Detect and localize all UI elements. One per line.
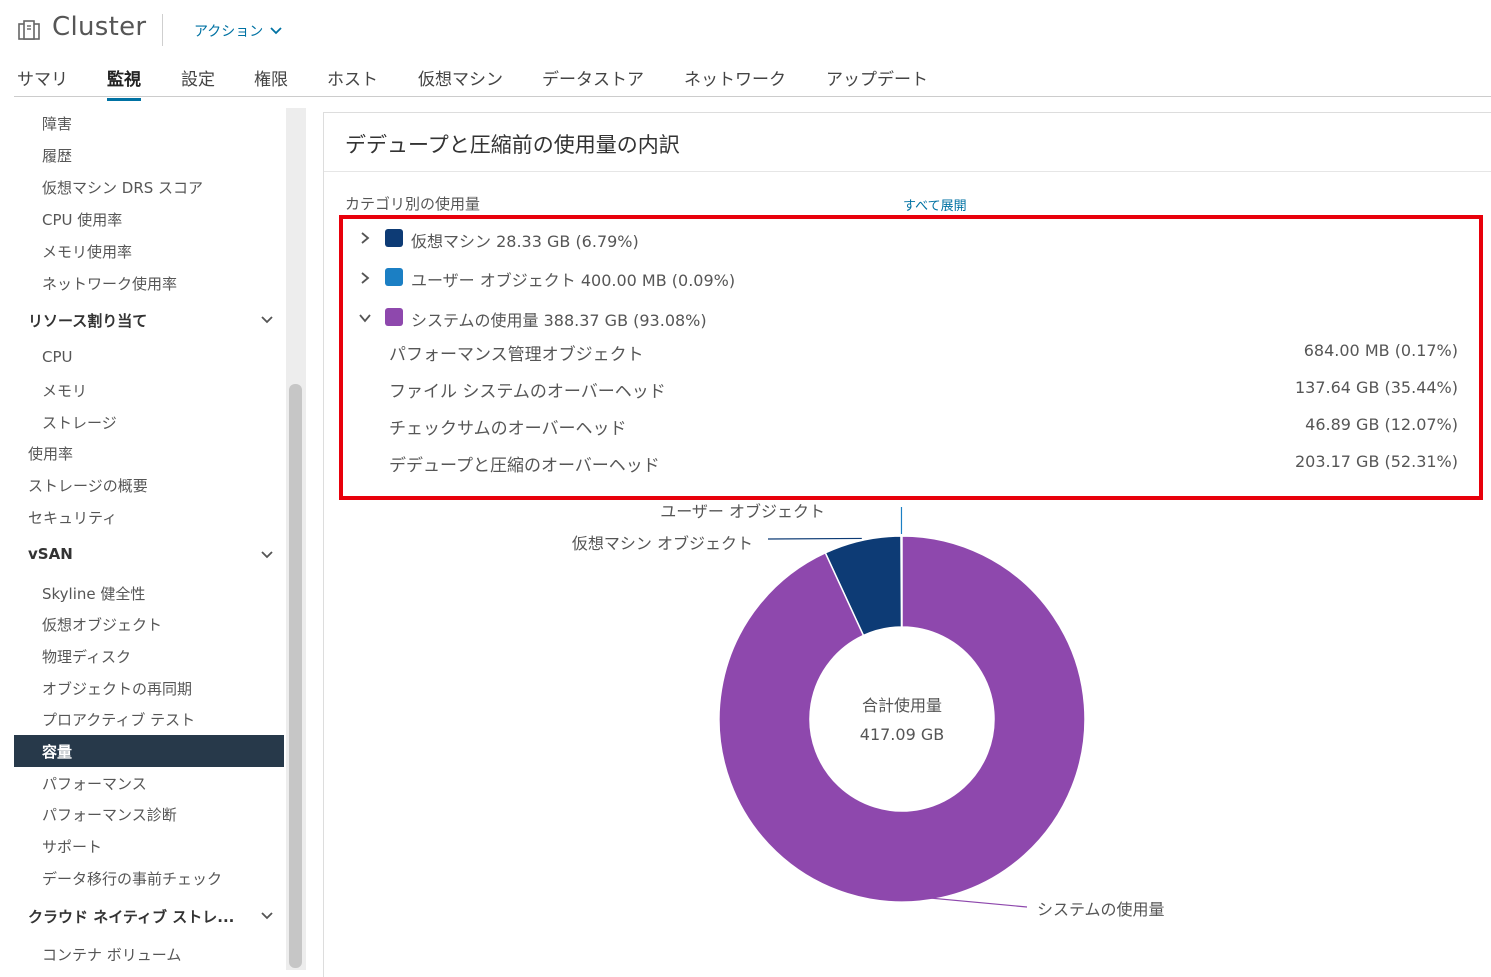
slice-label-user-objects: ユーザー オブジェクト: [660, 502, 825, 521]
actions-label: アクション: [194, 24, 264, 40]
section-label: クラウド ネイティブ ストレ...: [28, 908, 235, 926]
sidebar-item-issues[interactable]: 障害: [42, 113, 72, 134]
category-system-usage: システムの使用量 388.37 GB (93.08%): [411, 311, 707, 330]
tab-configure[interactable]: 設定: [181, 65, 215, 98]
actions-menu[interactable]: アクション: [194, 21, 283, 41]
cluster-icon: [18, 20, 40, 40]
sidebar-item-cpu[interactable]: CPU: [42, 348, 73, 366]
chevron-down-icon: [261, 316, 273, 324]
section-label: vSAN: [28, 545, 73, 563]
breakdown-name: パフォーマンス管理オブジェクト: [389, 345, 644, 365]
chevron-right-icon[interactable]: [358, 231, 372, 245]
tab-vms[interactable]: 仮想マシン: [418, 65, 503, 98]
tab-bar: サマリ 監視 設定 権限 ホスト 仮想マシン データストア ネットワーク アップ…: [14, 56, 1491, 101]
sidebar-item-storage[interactable]: ストレージ: [42, 412, 117, 433]
tab-hosts[interactable]: ホスト: [327, 65, 378, 98]
donut-center-label: 合計使用量: [862, 696, 942, 715]
chevron-down-icon: [270, 27, 282, 35]
sidebar-item-capacity[interactable]: 容量: [14, 735, 284, 767]
sidebar-item-proactive-tests[interactable]: プロアクティブ テスト: [42, 709, 195, 730]
sidebar-item-storage-overview[interactable]: ストレージの概要: [28, 475, 148, 496]
donut-center-value: 417.09 GB: [860, 725, 944, 744]
breakdown-name: チェックサムのオーバーヘッド: [389, 419, 627, 439]
sidebar-section-cloud-native-storage[interactable]: クラウド ネイティブ ストレ...: [28, 906, 286, 927]
tab-permissions[interactable]: 権限: [254, 65, 288, 98]
sidebar-item-support[interactable]: サポート: [42, 836, 102, 857]
tab-updates[interactable]: アップデート: [826, 65, 928, 98]
sidebar: 障害 履歴 仮想マシン DRS スコア CPU 使用率 メモリ使用率 ネットワー…: [14, 105, 286, 976]
header: Cluster アクション: [0, 0, 1491, 60]
breakdown-name: デデュープと圧縮のオーバーヘッド: [389, 456, 660, 476]
page-title: Cluster: [52, 12, 147, 42]
usage-donut-chart: 合計使用量 417.09 GB ユーザー オブジェクト 仮想マシン オブジェクト…: [572, 502, 1165, 919]
slice-label-system-usage: システムの使用量: [1037, 900, 1165, 919]
sidebar-item-vm-drs-score[interactable]: 仮想マシン DRS スコア: [42, 177, 203, 198]
sidebar-item-container-volumes[interactable]: コンテナ ボリューム: [42, 944, 181, 965]
tab-summary[interactable]: サマリ: [17, 65, 68, 98]
sidebar-item-security[interactable]: セキュリティ: [28, 507, 117, 528]
breakdown-value: 137.64 GB (35.44%): [1294, 378, 1458, 397]
chevron-down-icon: [261, 551, 273, 559]
chevron-down-icon: [261, 912, 273, 920]
tab-networks[interactable]: ネットワーク: [684, 65, 786, 98]
category-vm: 仮想マシン 28.33 GB (6.79%): [411, 232, 639, 251]
title-divider: [162, 14, 163, 46]
card-title: デデュープと圧縮前の使用量の内訳: [345, 133, 680, 157]
sidebar-item-performance[interactable]: パフォーマンス: [42, 773, 147, 794]
sidebar-item-skyline-health[interactable]: Skyline 健全性: [42, 583, 145, 604]
sidebar-item-data-migration-precheck[interactable]: データ移行の事前チェック: [42, 868, 222, 889]
sidebar-item-memory-usage[interactable]: メモリ使用率: [42, 241, 132, 262]
slice-label-vm-objects: 仮想マシン オブジェクト: [572, 534, 753, 553]
expand-all-link[interactable]: すべて展開: [903, 195, 967, 214]
sidebar-item-cpu-usage[interactable]: CPU 使用率: [42, 209, 122, 230]
sidebar-item-memory[interactable]: メモリ: [42, 380, 87, 401]
vm-color-swatch: [385, 229, 403, 247]
leader-line-vm-objects: [767, 537, 862, 540]
card-divider: [324, 171, 1491, 172]
category-usage-label: カテゴリ別の使用量: [345, 195, 481, 213]
sidebar-item-performance-diagnostics[interactable]: パフォーマンス診断: [42, 804, 177, 825]
sidebar-item-history[interactable]: 履歴: [42, 145, 72, 166]
section-label: リソース割り当て: [28, 312, 148, 330]
breakdown-value: 46.89 GB (12.07%): [1305, 415, 1458, 434]
system-usage-color-swatch: [385, 308, 403, 326]
slice-system-usage[interactable]: [718, 535, 1086, 903]
sidebar-section-vsan[interactable]: vSAN: [28, 545, 286, 563]
user-object-color-swatch: [385, 268, 403, 286]
sidebar-item-utilization[interactable]: 使用率: [28, 443, 73, 464]
donut-slices: [718, 535, 1086, 903]
chevron-right-icon[interactable]: [358, 271, 372, 285]
chevron-down-icon[interactable]: [358, 311, 372, 325]
sidebar-item-resyncing-objects[interactable]: オブジェクトの再同期: [42, 678, 192, 699]
breakdown-value: 684.00 MB (0.17%): [1303, 341, 1458, 360]
tab-monitor[interactable]: 監視: [107, 65, 141, 101]
sidebar-section-resource-allocation[interactable]: リソース割り当て: [28, 310, 286, 331]
tab-datastores[interactable]: データストア: [542, 65, 644, 98]
breakdown-value: 203.17 GB (52.31%): [1294, 452, 1458, 471]
sidebar-item-network-usage[interactable]: ネットワーク使用率: [42, 273, 177, 294]
breakdown-name: ファイル システムのオーバーヘッド: [389, 382, 666, 402]
sidebar-item-physical-disks[interactable]: 物理ディスク: [42, 646, 131, 667]
sidebar-item-virtual-objects[interactable]: 仮想オブジェクト: [42, 614, 162, 635]
sidebar-item-label: 容量: [42, 743, 73, 761]
category-user-objects: ユーザー オブジェクト 400.00 MB (0.09%): [411, 271, 736, 290]
sidebar-scrollbar-thumb[interactable]: [289, 384, 302, 968]
